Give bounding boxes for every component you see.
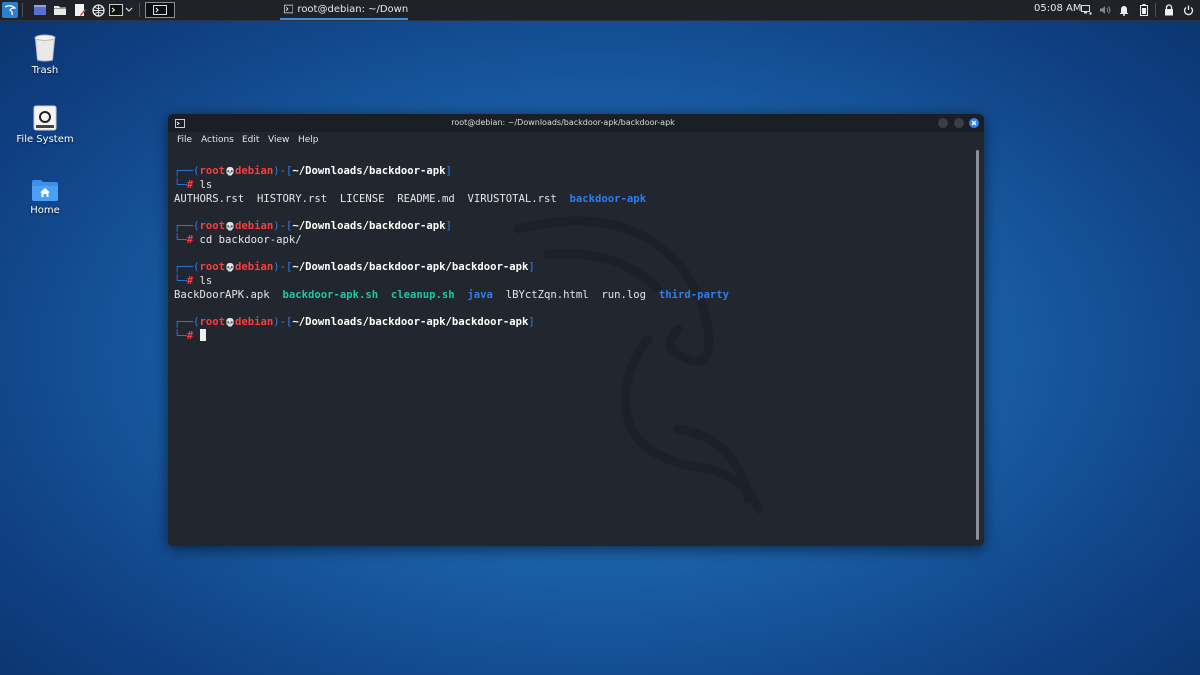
file-entry: BackDoorAPK.apk xyxy=(174,289,270,301)
desktop-icon-trash[interactable]: Trash xyxy=(5,34,85,76)
command-text: ls xyxy=(199,275,213,287)
prompt-user: root xyxy=(199,220,226,232)
file-entry: HISTORY.rst xyxy=(256,193,328,205)
command-text: cd backdoor-apk/ xyxy=(199,234,302,246)
text-editor-icon[interactable] xyxy=(72,2,88,18)
file-entry: lBYctZqn.html xyxy=(505,289,589,301)
executable-entry: cleanup.sh xyxy=(390,289,455,301)
panel-separator xyxy=(1155,3,1156,17)
prompt-host: debian xyxy=(235,165,274,177)
chevron-down-icon[interactable] xyxy=(124,2,134,18)
desktop-icon-file-system[interactable]: File System xyxy=(5,105,85,145)
text-cursor xyxy=(199,329,206,341)
network-icon[interactable] xyxy=(1080,2,1092,18)
taskbar-terminal-button[interactable]: root@debian: ~/Downlo... xyxy=(280,0,408,20)
file-entry: AUTHORS.rst xyxy=(174,193,245,205)
terminal-icon[interactable] xyxy=(108,2,124,18)
terminal-window[interactable]: root@debian: ~/Downloads/backdoor-apk/ba… xyxy=(168,114,984,546)
prompt-host: debian xyxy=(235,220,274,232)
prompt-path: ~/Downloads/backdoor-apk xyxy=(292,220,446,232)
file-entry: VIRUSTOTAL.rst xyxy=(467,193,557,205)
panel-separator xyxy=(139,3,140,17)
desktop-icon-label: File System xyxy=(16,134,74,145)
command-line: └─# ls xyxy=(174,275,213,287)
window-titlebar[interactable]: root@debian: ~/Downloads/backdoor-apk/ba… xyxy=(168,114,984,132)
menu-file[interactable]: File xyxy=(177,135,192,145)
desktop-icon-label: Trash xyxy=(31,65,59,76)
ls-output-2: BackDoorAPK.apk backdoor-apk.sh cleanup.… xyxy=(174,288,729,302)
file-manager-icon[interactable] xyxy=(52,2,68,18)
menu-bar: File Actions Edit View Help xyxy=(168,132,984,152)
terminal-icon xyxy=(284,4,294,14)
desktop-icon-home[interactable]: Home xyxy=(5,178,85,216)
prompt-user: root xyxy=(199,316,226,328)
prompt-line: ┌──(root💀debian)-[~/Downloads/backdoor-a… xyxy=(174,220,452,232)
volume-icon[interactable] xyxy=(1098,2,1112,18)
panel-separator xyxy=(22,3,23,17)
command-line: └─# cd backdoor-apk/ xyxy=(174,234,302,246)
drive-icon xyxy=(33,105,57,131)
terminal-output[interactable]: ┌──(root💀debian)-[~/Downloads/backdoor-a… xyxy=(174,161,974,541)
skull-icon: 💀 xyxy=(225,222,235,231)
ls-output-1: AUTHORS.rst HISTORY.rst LICENSE README.m… xyxy=(174,192,646,206)
power-icon[interactable] xyxy=(1181,2,1195,18)
kali-menu-icon[interactable] xyxy=(2,2,18,18)
home-folder-icon xyxy=(32,180,58,201)
menu-edit[interactable]: Edit xyxy=(242,135,259,145)
command-text: ls xyxy=(199,179,213,191)
close-button[interactable] xyxy=(969,118,979,128)
skull-icon: 💀 xyxy=(225,318,235,327)
prompt-path: ~/Downloads/backdoor-apk/backdoor-apk xyxy=(292,261,529,273)
directory-entry: third-party xyxy=(658,289,729,301)
skull-icon: 💀 xyxy=(225,167,235,176)
prompt-path: ~/Downloads/backdoor-apk xyxy=(292,165,446,177)
maximize-button[interactable] xyxy=(954,118,964,128)
command-line[interactable]: └─# xyxy=(174,329,206,343)
command-line: └─# ls xyxy=(174,179,213,191)
prompt-host: debian xyxy=(235,316,274,328)
directory-entry: java xyxy=(467,289,493,301)
trash-icon xyxy=(34,34,56,62)
executable-entry: backdoor-apk.sh xyxy=(282,289,379,301)
menu-view[interactable]: View xyxy=(268,135,289,145)
prompt-path: ~/Downloads/backdoor-apk/backdoor-apk xyxy=(292,316,529,328)
skull-icon: 💀 xyxy=(225,263,235,272)
file-entry: LICENSE xyxy=(339,193,385,205)
menu-actions[interactable]: Actions xyxy=(201,135,234,145)
prompt-line: ┌──(root💀debian)-[~/Downloads/backdoor-a… xyxy=(174,165,452,177)
lock-icon[interactable] xyxy=(1162,2,1176,18)
workspace-icon[interactable] xyxy=(32,2,48,18)
desktop-icon-label: Home xyxy=(30,205,60,216)
scrollbar-thumb[interactable] xyxy=(976,150,979,540)
prompt-user: root xyxy=(199,261,226,273)
directory-entry: backdoor-apk xyxy=(569,193,647,205)
file-entry: run.log xyxy=(601,289,647,301)
workspace-switcher[interactable] xyxy=(145,2,175,18)
prompt-host: debian xyxy=(235,261,274,273)
bell-icon[interactable] xyxy=(1118,2,1130,18)
close-icon xyxy=(971,120,977,126)
battery-icon[interactable] xyxy=(1138,2,1150,18)
top-panel: root@debian: ~/Downlo... 05:08 AM xyxy=(0,0,1200,21)
prompt-line: ┌──(root💀debian)-[~/Downloads/backdoor-a… xyxy=(174,261,535,273)
clock[interactable]: 05:08 AM xyxy=(1034,3,1081,14)
browser-icon[interactable] xyxy=(90,2,106,18)
minimize-button[interactable] xyxy=(938,118,948,128)
taskbar-title: root@debian: ~/Downlo... xyxy=(297,3,408,15)
prompt-line: ┌──(root💀debian)-[~/Downloads/backdoor-a… xyxy=(174,316,535,328)
menu-help[interactable]: Help xyxy=(298,135,319,145)
window-title: root@debian: ~/Downloads/backdoor-apk/ba… xyxy=(451,118,675,127)
file-entry: README.md xyxy=(397,193,455,205)
prompt-user: root xyxy=(199,165,226,177)
